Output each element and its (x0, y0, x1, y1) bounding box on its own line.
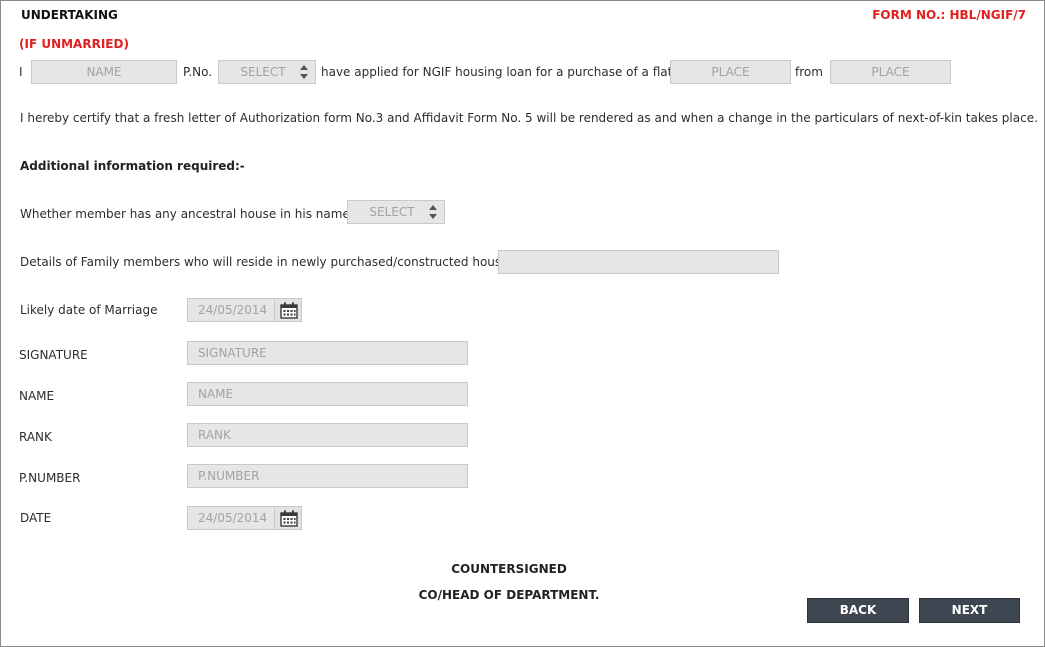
declaration-prefix: I (19, 65, 23, 79)
family-members-input[interactable] (498, 250, 779, 274)
ancestral-select-value: SELECT (369, 205, 415, 219)
updown-arrows-icon (428, 204, 438, 220)
name-label: NAME (19, 389, 55, 403)
rank-input[interactable]: RANK (187, 423, 468, 447)
updown-arrows-icon (299, 64, 309, 80)
form-number: FORM NO.: HBL/NGIF/7 (872, 8, 1026, 22)
ancestral-house-label: Whether member has any ancestral house i… (20, 207, 350, 221)
signature-label: SIGNATURE (19, 348, 88, 362)
family-members-label: Details of Family members who will resid… (20, 255, 509, 269)
calendar-icon (280, 302, 298, 319)
countersigned-label: COUNTERSIGNED (451, 562, 567, 576)
declarant-name-input[interactable]: NAME (31, 60, 177, 84)
pno-select[interactable]: SELECT (218, 60, 316, 84)
pnumber-label: P.NUMBER (19, 471, 81, 485)
declaration-middle-text: have applied for NGIF housing loan for a… (321, 65, 689, 79)
name-input[interactable]: NAME (187, 382, 468, 406)
signature-input[interactable]: SIGNATURE (187, 341, 468, 365)
from-label: from (795, 65, 823, 79)
date-label: DATE (20, 511, 52, 525)
head-of-department-label: CO/HEAD OF DEPARTMENT. (418, 588, 600, 602)
marriage-date-picker-button[interactable] (274, 298, 302, 322)
place-input-2[interactable]: PLACE (830, 60, 951, 84)
pno-label: P.No. (183, 65, 213, 79)
date-picker-button[interactable] (274, 506, 302, 530)
date-input[interactable]: 24/05/2014 (187, 506, 275, 530)
additional-info-heading: Additional information required:- (20, 159, 245, 173)
undertaking-form: UNDERTAKING FORM NO.: HBL/NGIF/7 (IF UNM… (0, 0, 1045, 647)
ancestral-house-select[interactable]: SELECT (347, 200, 445, 224)
place-input-1[interactable]: PLACE (670, 60, 791, 84)
certify-text: I hereby certify that a fresh letter of … (20, 111, 1038, 125)
rank-label: RANK (19, 430, 52, 444)
marriage-date-label: Likely date of Marriage (20, 303, 158, 317)
form-title: UNDERTAKING (21, 8, 118, 22)
form-subtitle: (IF UNMARRIED) (19, 37, 129, 51)
pnumber-input[interactable]: P.NUMBER (187, 464, 468, 488)
back-button[interactable]: BACK (807, 598, 909, 623)
marriage-date-input[interactable]: 24/05/2014 (187, 298, 275, 322)
pno-select-value: SELECT (240, 65, 286, 79)
calendar-icon (280, 510, 298, 527)
next-button[interactable]: NEXT (919, 598, 1020, 623)
